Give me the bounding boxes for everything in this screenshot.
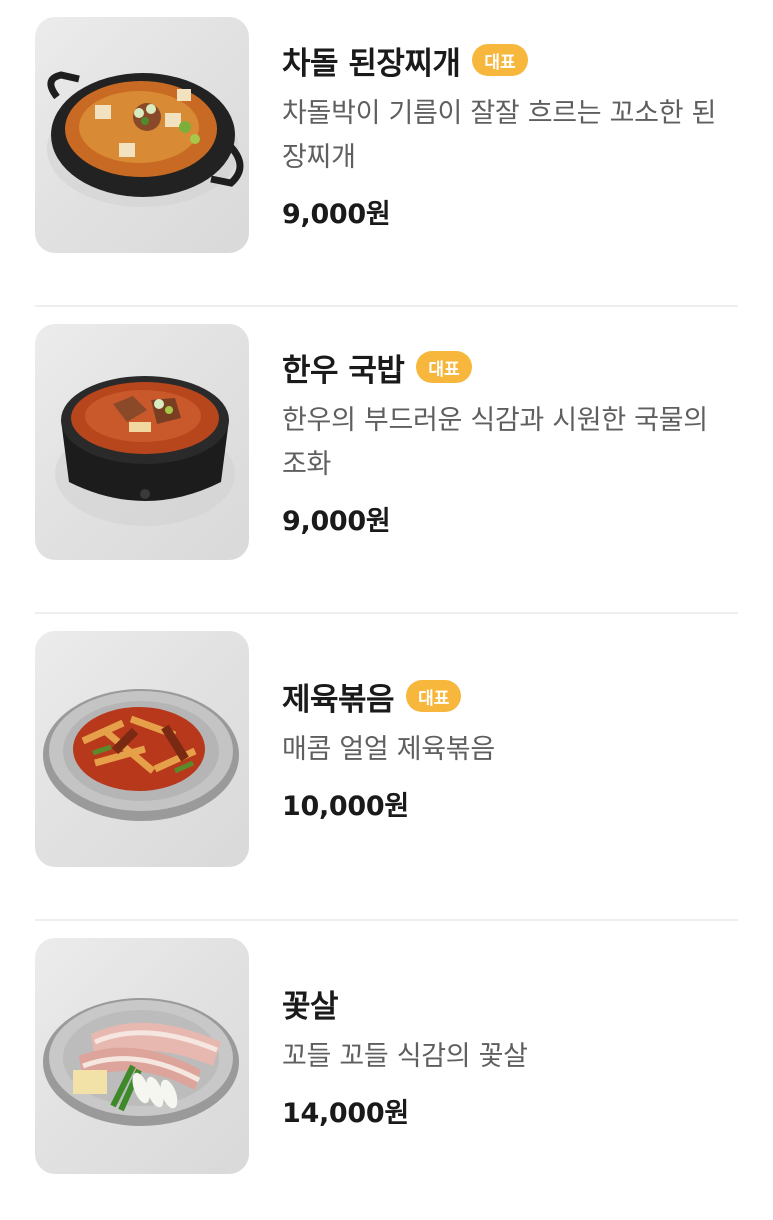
menu-item-hanwoo-gukbap[interactable]: 한우 국밥 대표 한우의 부드러운 식감과 시원한 국물의 조화 9,000원 — [0, 307, 773, 614]
signature-badge: 대표 — [472, 44, 528, 76]
signature-badge: 대표 — [406, 680, 462, 712]
menu-item-info: 꽃살 꼬들 꼬들 식감의 꽃살 14,000원 — [282, 981, 738, 1130]
menu-item-description: 꼬들 꼬들 식감의 꽃살 — [282, 1041, 528, 1072]
menu-item-info: 한우 국밥 대표 한우의 부드러운 식감과 시원한 국물의 조화 9,000원 — [282, 345, 738, 538]
menu-item-description: 차돌박이 기름이 잘잘 흐르는 꼬소한 된장찌개 — [282, 98, 717, 173]
menu-item-name: 제육볶음 — [282, 681, 395, 718]
signature-badge: 대표 — [416, 351, 472, 383]
menu-item-price: 9,000원 — [282, 199, 391, 230]
menu-item-kkotsal[interactable]: 꽃살 꼬들 꼬들 식감의 꽃살 14,000원 — [0, 921, 773, 1220]
menu-item-price: 9,000원 — [282, 506, 391, 537]
menu-item-price: 10,000원 — [282, 791, 409, 822]
menu-item-price: 14,000원 — [282, 1098, 409, 1129]
menu-item-name: 한우 국밥 — [282, 352, 405, 389]
doenjang-jjigae-image[interactable] — [35, 17, 249, 253]
menu-item-info: 제육볶음 대표 매콤 얼얼 제육볶음 10,000원 — [282, 674, 738, 823]
menu-list: 차돌 된장찌개 대표 차돌박이 기름이 잘잘 흐르는 꼬소한 된장찌개 9,00… — [0, 0, 773, 1220]
menu-item-info: 차돌 된장찌개 대표 차돌박이 기름이 잘잘 흐르는 꼬소한 된장찌개 9,00… — [282, 38, 738, 231]
menu-item-name: 꽃살 — [282, 988, 339, 1025]
menu-item-description: 매콤 얼얼 제육볶음 — [282, 734, 495, 765]
menu-item-jeyuk-bokkeum[interactable]: 제육볶음 대표 매콤 얼얼 제육볶음 10,000원 — [0, 614, 773, 921]
gukbap-image[interactable] — [35, 324, 249, 560]
jeyuk-bokkeum-image[interactable] — [35, 631, 249, 867]
menu-item-name: 차돌 된장찌개 — [282, 45, 461, 82]
kkotsal-image[interactable] — [35, 938, 249, 1174]
menu-item-doenjang-jjigae[interactable]: 차돌 된장찌개 대표 차돌박이 기름이 잘잘 흐르는 꼬소한 된장찌개 9,00… — [0, 0, 773, 307]
menu-item-description: 한우의 부드러운 식감과 시원한 국물의 조화 — [282, 405, 708, 480]
